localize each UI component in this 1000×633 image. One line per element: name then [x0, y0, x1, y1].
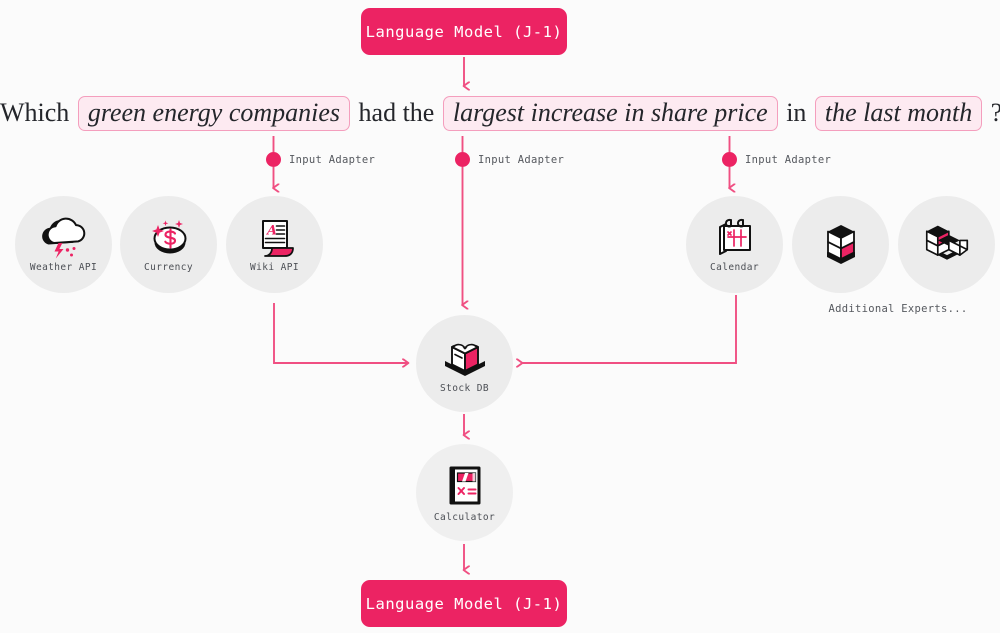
- input-adapter-2[interactable]: Input Adapter: [455, 152, 564, 167]
- expert-calendar-label: Calendar: [710, 262, 759, 273]
- diagram-canvas: Language Model (J-1) Which green energy …: [0, 0, 1000, 633]
- stacked-cubes-icon: [818, 223, 864, 267]
- additional-experts-label: Additional Experts...: [828, 303, 968, 315]
- expert-calendar[interactable]: Calendar: [686, 196, 783, 293]
- expert-weather-api[interactable]: Weather API: [15, 196, 112, 293]
- query-question-mark: ?: [991, 98, 1000, 127]
- expert-weather-api-label: Weather API: [29, 262, 98, 273]
- calendar-icon: [712, 216, 758, 260]
- expert-additional-2[interactable]: [898, 196, 995, 293]
- input-adapter-1[interactable]: Input Adapter: [266, 152, 375, 167]
- input-adapter-1-label: Input Adapter: [289, 153, 376, 166]
- language-model-bottom[interactable]: Language Model (J-1): [361, 580, 567, 627]
- input-adapter-3-label: Input Adapter: [745, 153, 832, 166]
- cloud-lightning-icon: [41, 216, 87, 260]
- expert-stock-db-label: Stock DB: [440, 382, 489, 394]
- dot-marker-icon: [722, 152, 737, 167]
- svg-text:A: A: [265, 224, 277, 239]
- expert-currency[interactable]: Currency: [120, 196, 217, 293]
- expert-currency-label: Currency: [144, 262, 193, 273]
- query-chip-entity[interactable]: green energy companies: [77, 96, 351, 132]
- query-chip-time[interactable]: the last month: [814, 96, 983, 132]
- dot-marker-icon: [455, 152, 470, 167]
- expert-wiki-api-label: Wiki API: [250, 262, 299, 273]
- query-word-in: in: [786, 98, 807, 127]
- query-sentence: Which green energy companies had the lar…: [0, 96, 1000, 132]
- query-word-hadthe: had the: [358, 98, 435, 127]
- dot-marker-icon: [266, 152, 281, 167]
- calculator-icon: [440, 463, 490, 509]
- expert-additional-1[interactable]: [792, 196, 889, 293]
- input-adapter-2-label: Input Adapter: [478, 153, 565, 166]
- expert-wiki-api[interactable]: A Wiki API: [226, 196, 323, 293]
- cube-cluster-icon: [924, 223, 970, 267]
- expert-calculator[interactable]: Calculator: [416, 444, 513, 541]
- language-model-bottom-label: Language Model (J-1): [365, 594, 563, 613]
- document-page-icon: A: [252, 216, 298, 260]
- connector-lines: [0, 57, 737, 633]
- language-model-top-label: Language Model (J-1): [365, 22, 563, 41]
- dollar-coin-icon: [146, 216, 192, 260]
- query-chip-metric[interactable]: largest increase in share price: [442, 96, 778, 132]
- query-word-which: Which: [0, 98, 70, 127]
- expert-calculator-label: Calculator: [433, 511, 496, 523]
- open-box-icon: [440, 334, 490, 380]
- expert-stock-db[interactable]: Stock DB: [416, 315, 513, 412]
- input-adapter-3[interactable]: Input Adapter: [722, 152, 831, 167]
- language-model-top[interactable]: Language Model (J-1): [361, 8, 567, 55]
